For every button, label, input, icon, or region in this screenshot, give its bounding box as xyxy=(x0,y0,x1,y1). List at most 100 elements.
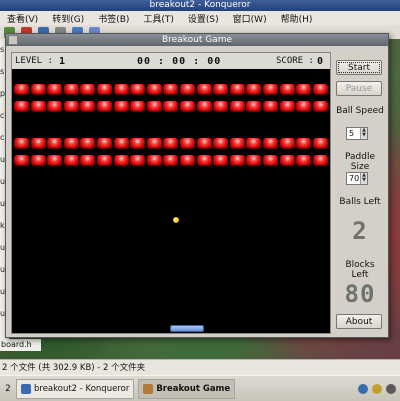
brick xyxy=(130,101,146,112)
brick xyxy=(229,84,245,95)
brick xyxy=(213,138,229,149)
paddle-size-value: 70 xyxy=(349,174,360,183)
window-menu-icon[interactable] xyxy=(8,35,18,45)
spin-arrows-icon[interactable]: ▲ ▼ xyxy=(360,173,367,184)
menu-view[interactable]: 查看(V) xyxy=(0,12,45,25)
system-tray xyxy=(358,383,400,394)
brick xyxy=(229,138,245,149)
brick xyxy=(279,155,295,166)
spin-arrows-icon[interactable]: ▲ ▼ xyxy=(360,128,367,139)
score-value: 0 xyxy=(317,55,324,67)
keyboard-icon[interactable] xyxy=(372,383,382,394)
brick xyxy=(30,84,46,95)
brick xyxy=(263,84,278,95)
brick xyxy=(130,155,146,166)
brick xyxy=(47,101,63,112)
brick xyxy=(146,138,162,149)
task-label: breakout2 - Konqueror xyxy=(34,383,130,394)
menu-go[interactable]: 转到(G) xyxy=(45,12,91,25)
brick xyxy=(263,101,278,112)
breakout-window: Breakout Game LEVEL : 1 00 : 00 : 00 SCO… xyxy=(5,33,389,338)
brick xyxy=(97,101,112,112)
brick xyxy=(196,84,212,95)
menu-window[interactable]: 窗口(W) xyxy=(226,12,274,25)
pause-button[interactable]: Pause xyxy=(336,81,382,96)
brick xyxy=(163,84,179,95)
brick xyxy=(30,101,46,112)
brick xyxy=(47,84,63,95)
task-label: Breakout Game xyxy=(156,383,231,394)
brick xyxy=(30,155,46,166)
blocks-left-label: Blocks Left xyxy=(345,260,375,280)
window-title: Breakout Game xyxy=(161,35,232,45)
menu-bookmarks[interactable]: 书签(B) xyxy=(91,12,136,25)
menu-tools[interactable]: 工具(T) xyxy=(136,12,181,25)
brick xyxy=(246,138,262,149)
brick xyxy=(229,155,245,166)
brick xyxy=(213,84,229,95)
ball xyxy=(173,217,179,223)
taskbar-konqueror[interactable]: breakout2 - Konqueror xyxy=(16,378,135,399)
brick xyxy=(246,84,262,95)
brick xyxy=(213,101,229,112)
volume-icon[interactable] xyxy=(386,383,396,394)
brick xyxy=(279,84,295,95)
brick xyxy=(229,101,245,112)
level-label: LEVEL : xyxy=(15,56,53,66)
brick xyxy=(47,138,63,149)
brick xyxy=(63,101,79,112)
brick xyxy=(196,138,212,149)
blocks-left-display: 80 xyxy=(344,280,376,308)
brick xyxy=(263,138,278,149)
brick xyxy=(113,155,129,166)
brick xyxy=(146,155,162,166)
brick xyxy=(180,101,195,112)
brick xyxy=(97,138,112,149)
balls-left-label: Balls Left xyxy=(339,197,381,207)
brick xyxy=(97,155,112,166)
paddle-size-spinbox[interactable]: 70 ▲ ▼ xyxy=(346,172,368,185)
paddle-size-label: Paddle Size xyxy=(344,152,375,172)
desktop-pager[interactable]: 2 xyxy=(0,384,16,394)
brick xyxy=(180,84,195,95)
brick xyxy=(312,138,328,149)
brick xyxy=(279,101,295,112)
menu-help[interactable]: 帮助(H) xyxy=(274,12,320,25)
file-item-board-h[interactable]: board.h xyxy=(0,339,41,351)
brick xyxy=(246,101,262,112)
network-icon[interactable] xyxy=(358,383,368,394)
control-panel: Start Pause Ball Speed 5 ▲ ▼ Paddle Size … xyxy=(336,56,384,334)
ball-speed-spinbox[interactable]: 5 ▲ ▼ xyxy=(346,127,368,140)
brick xyxy=(113,84,129,95)
brick xyxy=(63,138,79,149)
brick xyxy=(80,101,96,112)
brick xyxy=(246,155,262,166)
brick xyxy=(97,84,112,95)
ball-speed-value: 5 xyxy=(349,129,355,138)
brick xyxy=(80,84,96,95)
brick xyxy=(63,155,79,166)
paddle[interactable] xyxy=(170,325,204,332)
taskbar-breakout[interactable]: Breakout Game xyxy=(138,378,236,399)
balls-left-display: 2 xyxy=(352,217,368,245)
brick xyxy=(14,101,29,112)
brick xyxy=(14,84,29,95)
brick xyxy=(312,155,328,166)
brick xyxy=(196,155,212,166)
brick xyxy=(80,138,96,149)
konqueror-icon xyxy=(21,383,31,394)
brick xyxy=(113,101,129,112)
brick xyxy=(14,155,29,166)
brick xyxy=(63,84,79,95)
start-button[interactable]: Start xyxy=(336,60,382,75)
konqueror-menubar: 查看(V) 转到(G) 书签(B) 工具(T) 设置(S) 窗口(W) 帮助(H… xyxy=(0,11,400,26)
about-button[interactable]: About xyxy=(336,314,382,329)
brick xyxy=(180,138,195,149)
konqueror-statusbar: 2 个文件 (共 302.9 KB) - 2 个文件夹 xyxy=(0,359,400,375)
playfield[interactable]: LEVEL : 1 00 : 00 : 00 SCORE : 0 xyxy=(11,52,331,334)
menu-settings[interactable]: 设置(S) xyxy=(181,12,226,25)
brick xyxy=(312,84,328,95)
hud-bar: LEVEL : 1 00 : 00 : 00 SCORE : 0 xyxy=(12,53,330,69)
breakout-titlebar[interactable]: Breakout Game xyxy=(6,34,388,46)
brick xyxy=(163,155,179,166)
